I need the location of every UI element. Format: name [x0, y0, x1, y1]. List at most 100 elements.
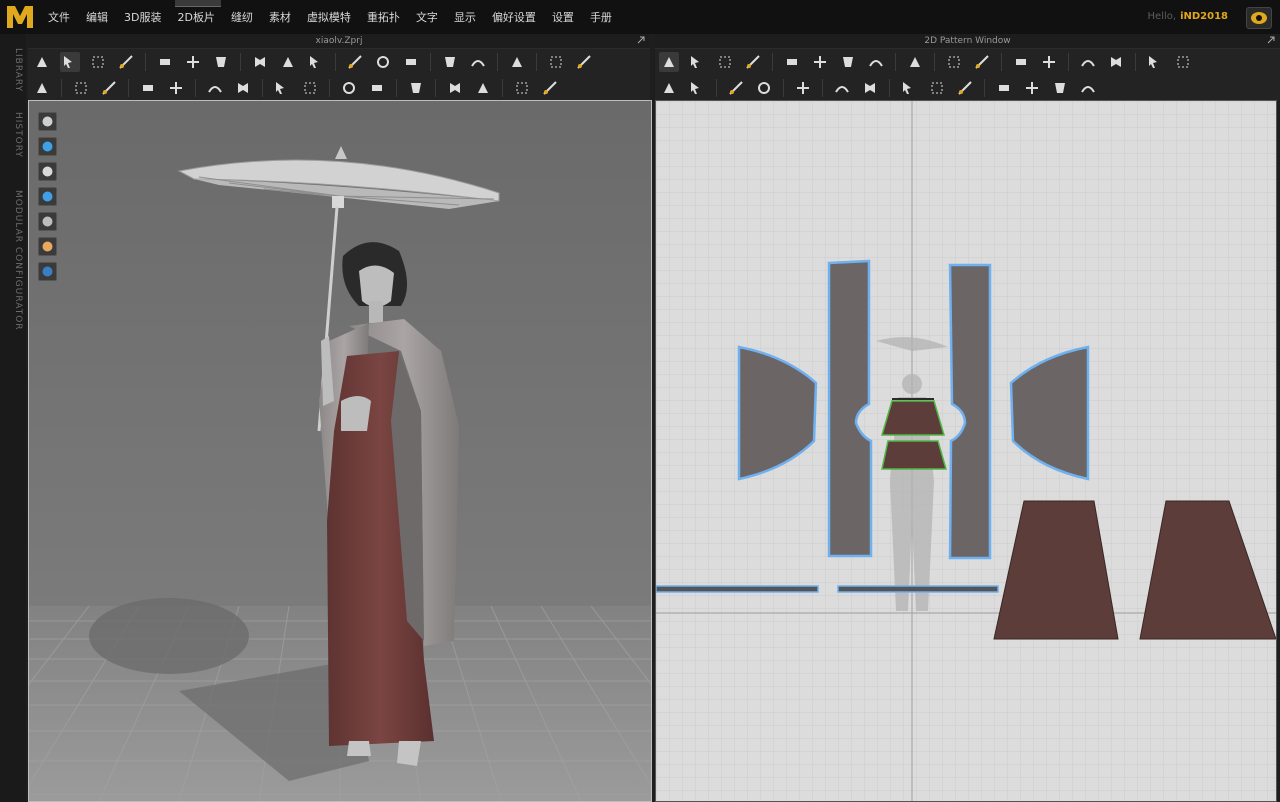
fabric-tool-button[interactable] — [445, 78, 465, 98]
select-move-tool-button[interactable] — [32, 52, 52, 72]
edit-texture-tool-button[interactable] — [473, 78, 493, 98]
segment-tool-button[interactable] — [138, 78, 158, 98]
viewport-2d[interactable] — [655, 100, 1277, 802]
profile-button[interactable] — [1246, 7, 1272, 29]
seam-a-tool-button[interactable] — [899, 78, 919, 98]
fill-tool-button[interactable] — [944, 52, 964, 72]
polygon-tool-button[interactable] — [782, 52, 802, 72]
reset-3d-tool-button[interactable] — [166, 78, 186, 98]
puckering-tool-button[interactable] — [512, 78, 532, 98]
dash-tool-tool-button[interactable] — [1022, 78, 1042, 98]
edit-mesh-tool-button[interactable] — [99, 78, 119, 98]
trace-tool-button[interactable] — [1011, 52, 1031, 72]
tack-tool-button[interactable] — [155, 52, 175, 72]
menu-item[interactable]: 显示 — [446, 9, 484, 25]
menu-item[interactable]: 编辑 — [78, 9, 116, 25]
show-pins-tool-button[interactable] — [300, 78, 320, 98]
strength-tool-button[interactable] — [406, 78, 426, 98]
measure-line-tool-button[interactable] — [367, 78, 387, 98]
pin-3d-tool-button[interactable] — [250, 52, 270, 72]
flat-sphere-tool-button[interactable] — [468, 52, 488, 72]
garment-icon[interactable] — [38, 112, 57, 131]
tab-library[interactable]: LIBRARY — [3, 48, 23, 92]
menu-item[interactable]: 偏好设置 — [484, 9, 544, 25]
show-arrangement-tool-button[interactable] — [272, 78, 292, 98]
texture-tool-button[interactable] — [972, 52, 992, 72]
fold-arrangement-tool-button[interactable] — [116, 52, 136, 72]
grid-pattern-tool-button[interactable] — [546, 52, 566, 72]
menu-item[interactable]: 2D板片 — [169, 9, 222, 25]
menu-item[interactable]: 缝纫 — [223, 9, 261, 25]
hide-tool-button[interactable] — [233, 78, 253, 98]
line-tool-icon — [999, 85, 1009, 91]
window-grip[interactable] — [175, 0, 221, 7]
username-label[interactable]: iND2018 — [1180, 11, 1228, 22]
tab-modular-configurator[interactable]: MODULAR CONFIGURATOR — [3, 190, 23, 331]
grid-line-tool-button[interactable] — [574, 52, 594, 72]
marvelous-logo-icon[interactable] — [5, 4, 35, 30]
free-sewing-tool-button[interactable] — [1106, 52, 1126, 72]
menu-item[interactable]: 3D服装 — [116, 9, 169, 25]
pin-cut-tool-button[interactable] — [278, 52, 298, 72]
menu-item[interactable]: 虚拟模特 — [299, 9, 359, 25]
steam-tool-button[interactable] — [401, 52, 421, 72]
tape-tool-button[interactable] — [373, 52, 393, 72]
menu-item[interactable]: 文件 — [40, 9, 78, 25]
edit-point-tool-button[interactable] — [743, 52, 763, 72]
seam-c-tool-button[interactable] — [955, 78, 975, 98]
shadow-icon[interactable] — [38, 212, 57, 231]
transform-point-tool-button[interactable] — [88, 52, 108, 72]
size-tool-button[interactable] — [540, 78, 560, 98]
gather-tool-button[interactable] — [793, 78, 813, 98]
tab-history[interactable]: HISTORY — [3, 112, 23, 158]
lock-2d-tool-button[interactable] — [726, 78, 746, 98]
strap-tool-button[interactable] — [345, 52, 365, 72]
transform-pattern-tool-button[interactable] — [60, 52, 80, 72]
collar-piece[interactable] — [880, 398, 947, 470]
fabric-icon[interactable] — [38, 187, 57, 206]
lock-tool-button[interactable] — [205, 78, 225, 98]
particles-icon[interactable] — [38, 137, 57, 156]
avatar-pose-tool-button[interactable] — [32, 78, 52, 98]
segment-sewing-tool-button[interactable] — [1078, 52, 1098, 72]
menu-item[interactable]: 文字 — [408, 9, 446, 25]
grid-b-tool-button[interactable] — [1173, 52, 1193, 72]
fold-tack-tool-button[interactable] — [211, 52, 231, 72]
select-mesh-tool-button[interactable] — [71, 78, 91, 98]
menu-item[interactable]: 重拓扑 — [359, 9, 408, 25]
menu-item[interactable]: 设置 — [544, 9, 582, 25]
globe-icon[interactable] — [38, 262, 57, 281]
measure-tool-button[interactable] — [339, 78, 359, 98]
slide-tool-button[interactable] — [1039, 52, 1059, 72]
avatar-icon[interactable] — [38, 162, 57, 181]
transform-tool-button[interactable] — [687, 52, 707, 72]
select-pattern-tool-button[interactable] — [659, 52, 679, 72]
internal-polygon-tool-button[interactable] — [659, 78, 679, 98]
menu-item[interactable]: 手册 — [582, 9, 620, 25]
offset-tool-button[interactable] — [687, 78, 707, 98]
fold-tool-button[interactable] — [905, 52, 925, 72]
edit-fold-tool-button[interactable] — [507, 52, 527, 72]
line-tool-tool-button[interactable] — [994, 78, 1014, 98]
grid-a-tool-button[interactable] — [1145, 52, 1165, 72]
edit-curve-tool-button[interactable] — [715, 52, 735, 72]
flat-arrow-tool-button[interactable] — [440, 52, 460, 72]
seam-b-tool-button[interactable] — [927, 78, 947, 98]
expand-icon[interactable] — [637, 36, 645, 44]
skin-icon[interactable] — [38, 237, 57, 256]
tack-on-avatar-tool-button[interactable] — [183, 52, 203, 72]
symmetry-tool-button[interactable] — [832, 78, 852, 98]
menu-item[interactable]: 素材 — [261, 9, 299, 25]
garment-copy-tool-button[interactable] — [306, 52, 326, 72]
rectangle-tool-button[interactable] — [810, 52, 830, 72]
waist-band-left[interactable] — [656, 585, 819, 593]
viewport-3d[interactable] — [28, 100, 652, 802]
topstitch-tool-button[interactable] — [860, 78, 880, 98]
waist-band-right[interactable] — [837, 585, 999, 593]
expand-icon[interactable] — [1267, 36, 1275, 44]
wave-tool-tool-button[interactable] — [1050, 78, 1070, 98]
zigzag-tool-tool-button[interactable] — [1078, 78, 1098, 98]
internal-line-tool-button[interactable] — [866, 52, 886, 72]
unlock-tool-button[interactable] — [754, 78, 774, 98]
ellipse-tool-button[interactable] — [838, 52, 858, 72]
